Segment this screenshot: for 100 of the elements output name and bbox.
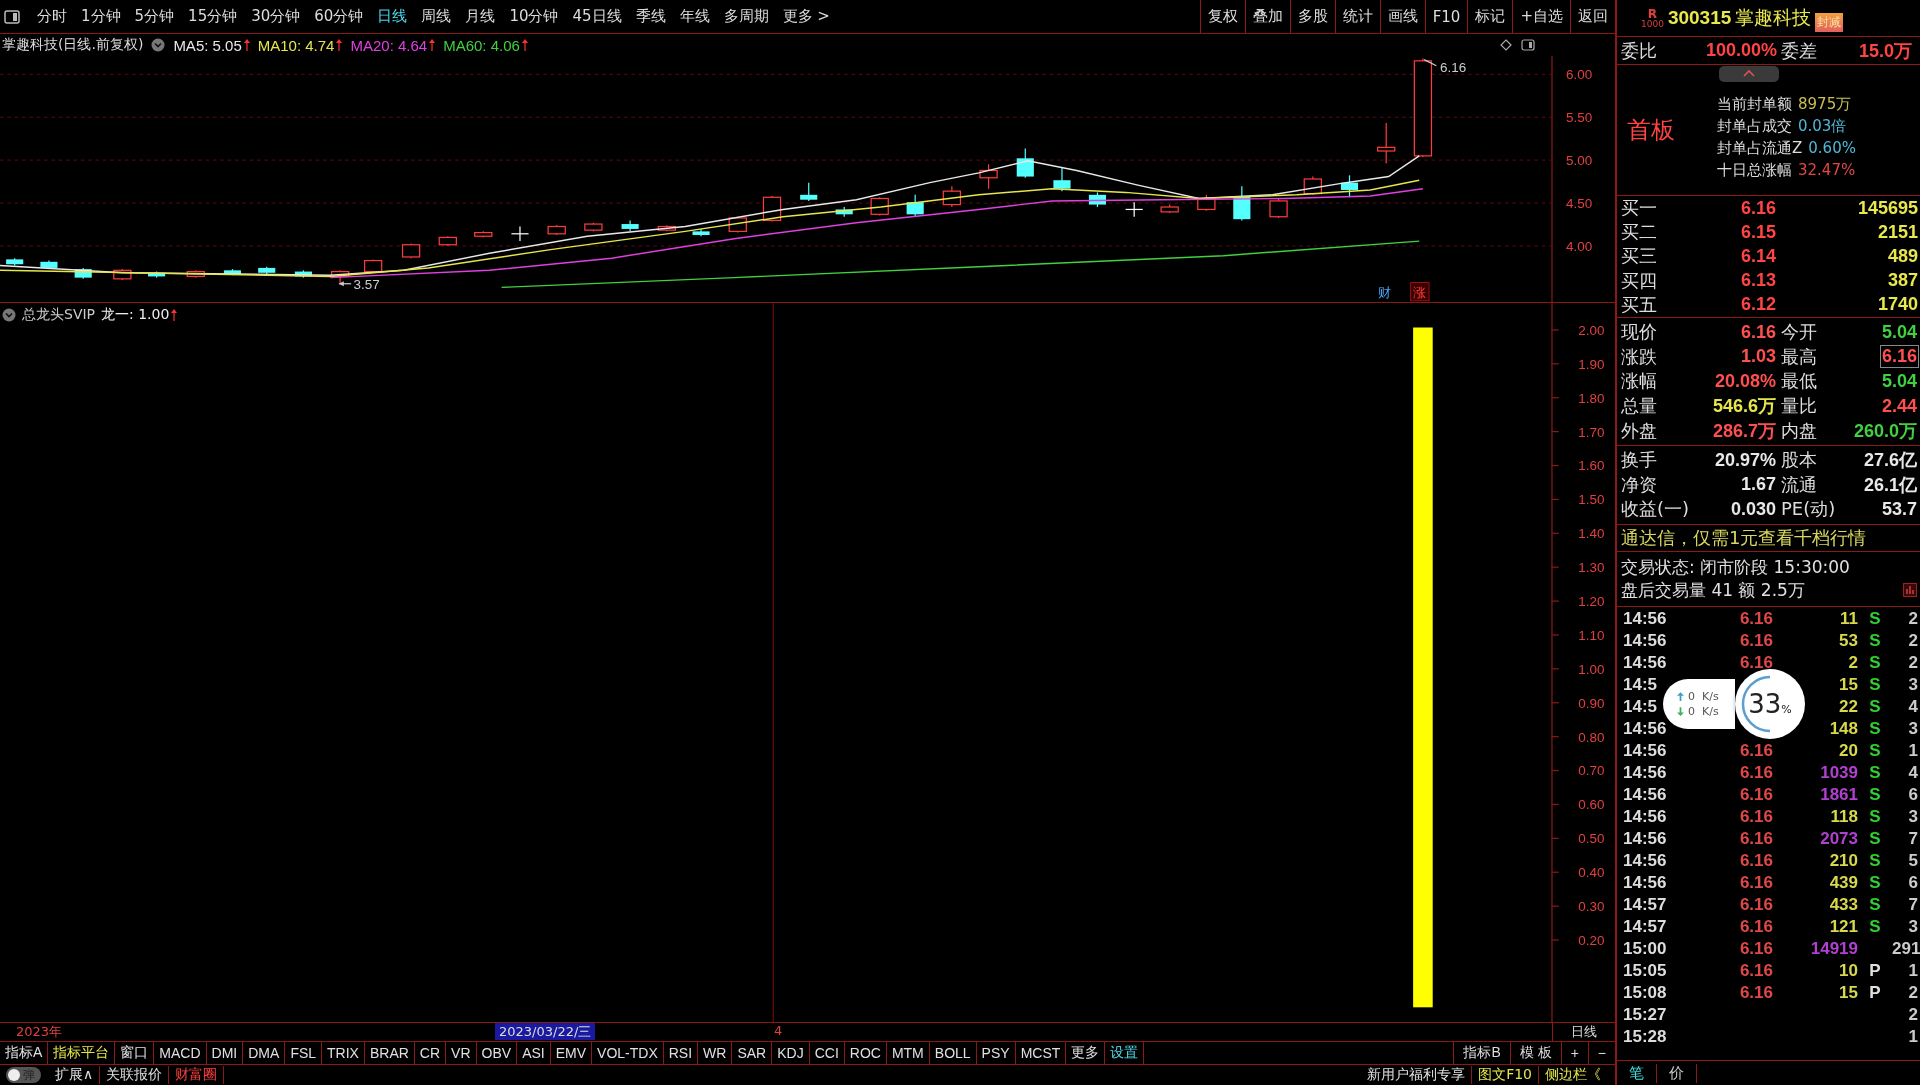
indicator-tab[interactable]: ROC: [844, 1042, 887, 1064]
candle: [1125, 201, 1144, 218]
period-tab[interactable]: 30分钟: [244, 7, 308, 26]
field-label: 最低: [1781, 369, 1817, 394]
indicator-tab[interactable]: MCST: [1015, 1042, 1067, 1064]
tick-side: S: [1869, 828, 1881, 848]
tick-side: S: [1869, 608, 1881, 628]
field-label: 总量: [1621, 394, 1657, 419]
indicator-tab[interactable]: BOLL: [929, 1042, 977, 1064]
indicator-tab[interactable]: DMA: [243, 1042, 286, 1064]
period-tab[interactable]: 分时: [30, 7, 74, 26]
indicator-tab[interactable]: 指标B: [1453, 1042, 1510, 1064]
indicator-tab[interactable]: 窗口: [115, 1042, 155, 1064]
period-tab[interactable]: 1分钟: [74, 7, 128, 26]
indicator-tab[interactable]: +: [1560, 1042, 1588, 1064]
indicator-tab[interactable]: 指标平台: [48, 1042, 116, 1064]
status-link[interactable]: 新用户福利专享: [1361, 1066, 1473, 1084]
limit-up-tag[interactable]: 涨: [1410, 282, 1430, 302]
bar-chart-icon[interactable]: [1903, 583, 1917, 598]
period-tab[interactable]: 日线: [370, 7, 415, 26]
tick-time: 14:56: [1623, 762, 1667, 783]
promo-link[interactable]: 通达信，仅需1元查看千档行情: [1621, 525, 1867, 550]
field-value: 20.97%: [1713, 449, 1777, 471]
indicator-tab[interactable]: −: [1587, 1042, 1615, 1064]
period-tab[interactable]: 更多 >: [775, 7, 837, 26]
candle: [1088, 191, 1107, 208]
period-tab[interactable]: 多周期: [716, 7, 776, 26]
candle: [1340, 174, 1359, 198]
indicator-tab[interactable]: PSY: [976, 1042, 1016, 1064]
field-label: 现价: [1621, 320, 1657, 345]
indicator-tab[interactable]: CCI: [809, 1042, 845, 1064]
status-link[interactable]: 扩展∧: [49, 1066, 101, 1084]
status-link[interactable]: 财富圈: [169, 1066, 225, 1084]
indicator-tab[interactable]: KDJ: [772, 1042, 810, 1064]
status-link[interactable]: 图文F10: [1472, 1066, 1539, 1084]
toolbar-button[interactable]: 叠加: [1244, 0, 1290, 33]
toolbar-button[interactable]: 返回: [1570, 0, 1615, 33]
bid-volume: 1740: [1876, 294, 1918, 316]
candle: [584, 222, 603, 232]
panel-toggle-icon[interactable]: [4, 9, 20, 24]
status-link[interactable]: 关联报价: [100, 1066, 170, 1084]
indicator-tab[interactable]: VOL-TDX: [592, 1042, 664, 1064]
indicator-tab[interactable]: 更多: [1066, 1042, 1106, 1064]
indicator-tab[interactable]: 指标A: [0, 1042, 49, 1064]
toolbar-button[interactable]: 复权: [1199, 0, 1245, 33]
indicator-tab[interactable]: ASI: [517, 1042, 551, 1064]
field-label: 委差: [1781, 38, 1818, 63]
panel-toggle-icon[interactable]: [1521, 39, 1535, 51]
moving-average-label: MA10: 4.74: [257, 36, 335, 54]
candle: [942, 185, 962, 208]
tick-side: S: [1869, 916, 1881, 936]
tick-time: 15:05: [1623, 960, 1667, 981]
field-label: 股本: [1781, 448, 1817, 473]
chevron-down-icon[interactable]: [151, 38, 166, 52]
list-tab[interactable]: 笔: [1617, 1063, 1657, 1083]
diamond-icon[interactable]: [1499, 39, 1513, 51]
period-tab[interactable]: 月线: [458, 7, 503, 26]
indicator-tab[interactable]: CR: [414, 1042, 447, 1064]
period-tab[interactable]: 60分钟: [307, 7, 371, 26]
indicator-tab[interactable]: VR: [446, 1042, 477, 1064]
field-value: 0.030: [1729, 498, 1777, 520]
indicator-tab[interactable]: OBV: [476, 1042, 518, 1064]
status-link[interactable]: 侧边栏《: [1539, 1066, 1607, 1084]
low-price-label: 3.57: [338, 276, 380, 292]
toolbar-button[interactable]: +自选: [1512, 0, 1570, 33]
bid-label: 买四: [1621, 268, 1658, 293]
period-tab[interactable]: 5分钟: [127, 7, 182, 26]
indicator-tab[interactable]: RSI: [663, 1042, 699, 1064]
collapse-tab-icon[interactable]: [1719, 66, 1779, 82]
field-label: 涨幅: [1621, 369, 1657, 394]
period-tab[interactable]: 年线: [672, 7, 717, 26]
chevron-down-icon[interactable]: [2, 308, 16, 322]
indicator-tab[interactable]: BRAR: [364, 1042, 415, 1064]
period-tab[interactable]: 10分钟: [502, 7, 566, 26]
memory-usage-gauge[interactable]: 33%: [1735, 668, 1805, 739]
toolbar-button[interactable]: 多股: [1289, 0, 1335, 33]
indicator-tab[interactable]: 设置: [1105, 1042, 1145, 1064]
indicator-tab[interactable]: WR: [698, 1042, 733, 1064]
indicator-tab[interactable]: TRIX: [322, 1042, 365, 1064]
toolbar-button[interactable]: 画线: [1379, 0, 1425, 33]
indicator-tab[interactable]: MTM: [886, 1042, 930, 1064]
indicator-tab[interactable]: MACD: [154, 1042, 207, 1064]
period-tab[interactable]: 15分钟: [181, 7, 245, 26]
period-tab[interactable]: 45日线: [565, 7, 629, 26]
axis-label: 0.40: [1578, 865, 1605, 881]
indicator-tab[interactable]: SAR: [732, 1042, 773, 1064]
indicator-tab[interactable]: FSL: [285, 1042, 323, 1064]
toolbar-button[interactable]: F10: [1424, 0, 1468, 33]
upload-arrow-icon: [1677, 691, 1684, 701]
indicator-tab[interactable]: 模 板: [1509, 1042, 1561, 1064]
chart-title: 掌趣科技(日线.前复权): [2, 36, 144, 54]
toolbar-button[interactable]: 统计: [1334, 0, 1380, 33]
toolbar-button[interactable]: 标记: [1467, 0, 1513, 33]
indicator-tab[interactable]: DMI: [206, 1042, 244, 1064]
finance-tag[interactable]: 财: [1377, 285, 1391, 301]
field-label: 委比: [1621, 38, 1658, 63]
period-tab[interactable]: 周线: [414, 7, 459, 26]
indicator-tab[interactable]: EMV: [550, 1042, 593, 1064]
list-tab[interactable]: 价: [1657, 1063, 1697, 1083]
period-tab[interactable]: 季线: [628, 7, 673, 26]
